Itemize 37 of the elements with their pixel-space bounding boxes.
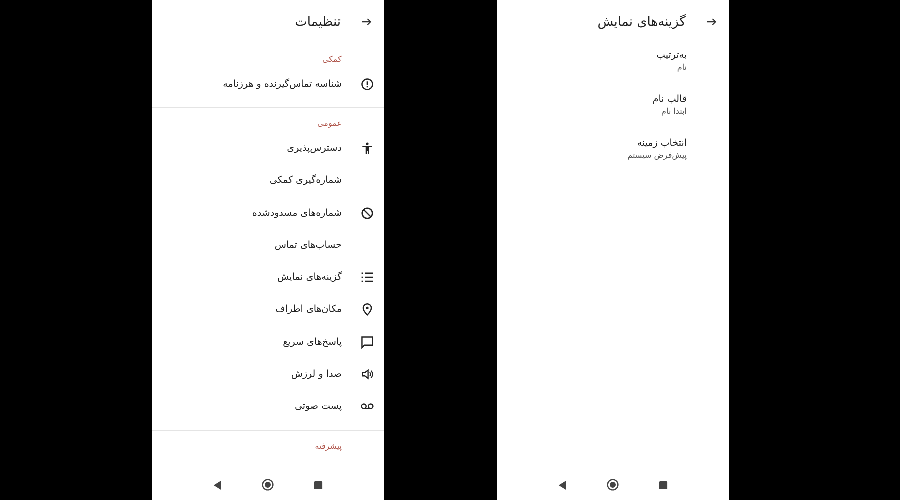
- recents-square-icon[interactable]: [659, 480, 668, 490]
- settings-item[interactable]: شناسه تماس‌گیرنده و هرزنامه: [152, 68, 384, 100]
- settings-item[interactable]: حساب‌های تماس: [152, 229, 384, 262]
- settings-item[interactable]: شماره‌های مسدودشده: [152, 196, 384, 230]
- settings-item[interactable]: دسترس‌پذیری: [152, 132, 384, 165]
- back-arrow-icon[interactable]: [361, 16, 373, 28]
- option-value: ابتدا نام: [662, 107, 687, 116]
- back-arrow-icon[interactable]: [706, 16, 718, 28]
- screen-title: تنظیمات: [295, 14, 341, 30]
- info-icon: [360, 78, 374, 91]
- option-value: پیش‌فرض سیستم: [628, 151, 687, 160]
- settings-item[interactable]: پاسخ‌های سریع: [152, 326, 384, 358]
- section-header: کمکی: [321, 54, 343, 66]
- recents-square-icon[interactable]: [314, 480, 323, 490]
- section-header: عمومی: [316, 118, 343, 130]
- volume-icon: [360, 368, 374, 382]
- location-pin-icon: [360, 303, 374, 316]
- option-value: نام: [677, 63, 687, 72]
- settings-item[interactable]: شماره‌گیری کمکی: [152, 164, 384, 197]
- voicemail-icon: [360, 402, 374, 412]
- section-header: پیشرفته: [314, 440, 343, 453]
- home-circle-icon[interactable]: [607, 479, 619, 491]
- accessibility-icon: [360, 142, 374, 155]
- back-triangle-icon[interactable]: [213, 480, 222, 490]
- settings-item[interactable]: صدا و لرزش: [152, 358, 384, 391]
- option-title[interactable]: قالب نام: [652, 94, 687, 105]
- back-triangle-icon[interactable]: [558, 480, 567, 490]
- screen-title: گزینه‌های نمایش: [598, 14, 686, 30]
- block-icon: [360, 206, 374, 220]
- list-icon: [360, 271, 374, 284]
- message-icon: [360, 336, 374, 349]
- option-title[interactable]: به‌ترتیب: [656, 50, 687, 61]
- settings-item[interactable]: گزینه‌های نمایش: [152, 261, 384, 294]
- settings-item[interactable]: پست صوتی: [152, 390, 384, 423]
- home-circle-icon[interactable]: [262, 479, 274, 491]
- option-title[interactable]: انتخاب زمینه: [637, 138, 687, 149]
- settings-item[interactable]: مکان‌های اطراف: [152, 294, 384, 326]
